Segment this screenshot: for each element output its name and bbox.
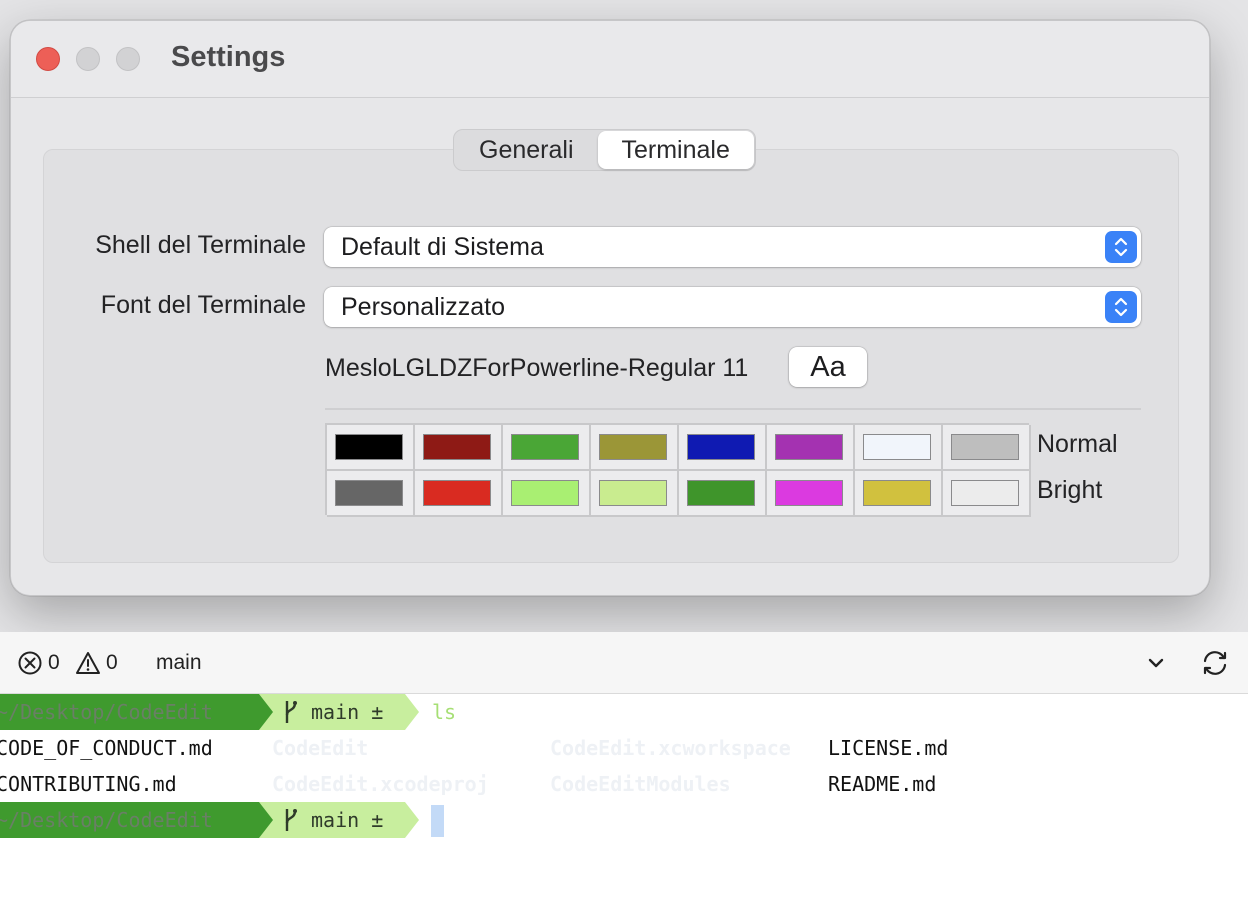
prompt-path-segment: ~/Desktop/CodeEdit: [0, 694, 259, 730]
prompt-branch: main ±: [311, 700, 384, 724]
palette-cell-normal-1[interactable]: [415, 425, 503, 471]
shell-select[interactable]: Default di Sistema: [324, 227, 1141, 267]
palette-cell-normal-4[interactable]: [679, 425, 767, 471]
warning-count[interactable]: 0: [106, 651, 118, 675]
palette-cell-bright-3[interactable]: [591, 471, 679, 517]
palette-normal-label: Normal: [1037, 430, 1118, 458]
color-swatch: [863, 480, 931, 506]
divider: [325, 408, 1141, 410]
palette-cell-normal-2[interactable]: [503, 425, 591, 471]
palette-cell-bright-6[interactable]: [855, 471, 943, 517]
palette-cell-normal-3[interactable]: [591, 425, 679, 471]
tab-generali[interactable]: Generali: [455, 131, 598, 169]
close-window-button[interactable]: [36, 47, 60, 71]
minimize-window-button[interactable]: [76, 47, 100, 71]
prompt-separator: [405, 694, 419, 730]
palette-cell-bright-4[interactable]: [679, 471, 767, 517]
terminal-cursor: [431, 805, 444, 837]
color-swatch: [687, 434, 755, 460]
color-swatch: [687, 480, 755, 506]
palette-cell-normal-0[interactable]: [327, 425, 415, 471]
palette-bright-label: Bright: [1037, 476, 1103, 504]
prompt-separator: [259, 694, 273, 730]
prompt-branch-segment: main ±: [259, 802, 405, 838]
color-swatch: [423, 434, 491, 460]
font-name-text: MesloLGLDZForPowerline-Regular 11: [325, 354, 749, 382]
palette-cell-normal-5[interactable]: [767, 425, 855, 471]
font-picker-button[interactable]: Aa: [789, 347, 867, 387]
palette-cell-normal-7[interactable]: [943, 425, 1031, 471]
palette-cell-bright-0[interactable]: [327, 471, 415, 517]
color-swatch: [335, 434, 403, 460]
palette-cell-normal-6[interactable]: [855, 425, 943, 471]
error-count[interactable]: 0: [48, 651, 60, 675]
color-swatch: [599, 434, 667, 460]
ls-file: LICENSE.md: [828, 736, 949, 760]
palette-cell-bright-2[interactable]: [503, 471, 591, 517]
ls-directory: CodeEdit.xcworkspace: [550, 736, 791, 760]
prompt-separator: [259, 802, 273, 838]
font-select-value: Personalizzato: [341, 293, 505, 321]
color-swatch: [423, 480, 491, 506]
window-titlebar: Settings: [11, 21, 1209, 98]
prompt-separator: [405, 802, 419, 838]
prompt-command: ls: [432, 700, 457, 724]
palette-cell-bright-5[interactable]: [767, 471, 855, 517]
shell-label: Shell del Terminale: [95, 231, 306, 259]
ls-file: CODE_OF_CONDUCT.md: [0, 736, 213, 760]
color-swatch: [511, 434, 579, 460]
color-swatch: [511, 480, 579, 506]
terminal[interactable]: ~/Desktop/CodeEdit main ± ls CODE_OF_CON…: [0, 694, 1248, 916]
select-stepper-icon: [1105, 231, 1137, 263]
prompt-branch-segment: main ±: [259, 694, 405, 730]
zoom-window-button[interactable]: [116, 47, 140, 71]
prompt-path-segment: ~/Desktop/CodeEdit: [0, 802, 259, 838]
tab-terminale[interactable]: Terminale: [597, 131, 754, 169]
prompt-path: ~/Desktop/CodeEdit: [0, 808, 213, 832]
ls-file: CONTRIBUTING.md: [0, 772, 177, 796]
color-swatch: [775, 434, 843, 460]
color-swatch: [951, 480, 1019, 506]
branch-name[interactable]: main: [156, 651, 202, 675]
font-label: Font del Terminale: [100, 291, 306, 319]
warning-icon: [74, 650, 102, 681]
settings-tab-control: Generali Terminale: [453, 129, 756, 171]
color-swatch: [775, 480, 843, 506]
ls-directory: CodeEdit: [272, 736, 369, 760]
ls-directory: CodeEditModules: [550, 772, 731, 796]
prompt-path: ~/Desktop/CodeEdit: [0, 700, 213, 724]
refresh-icon[interactable]: [1198, 646, 1232, 685]
window-title: Settings: [171, 41, 286, 73]
status-bar: 0 0 main: [0, 632, 1248, 694]
palette-cell-bright-7[interactable]: [943, 471, 1031, 517]
color-swatch: [599, 480, 667, 506]
color-swatch: [335, 480, 403, 506]
settings-window: Settings Generali Terminale Shell del Te…: [10, 20, 1210, 596]
ls-file: README.md: [828, 772, 937, 796]
shell-select-value: Default di Sistema: [341, 233, 544, 261]
error-icon: [17, 650, 43, 681]
select-stepper-icon: [1105, 291, 1137, 323]
color-swatch: [951, 434, 1019, 460]
prompt-branch: main ±: [311, 808, 384, 832]
color-palette: [325, 423, 1031, 517]
color-swatch: [863, 434, 931, 460]
ls-directory: CodeEdit.xcodeproj: [272, 772, 489, 796]
git-branch-icon: [283, 807, 299, 844]
palette-cell-bright-1[interactable]: [415, 471, 503, 517]
font-select[interactable]: Personalizzato: [324, 287, 1141, 327]
chevron-down-icon[interactable]: [1146, 654, 1166, 677]
